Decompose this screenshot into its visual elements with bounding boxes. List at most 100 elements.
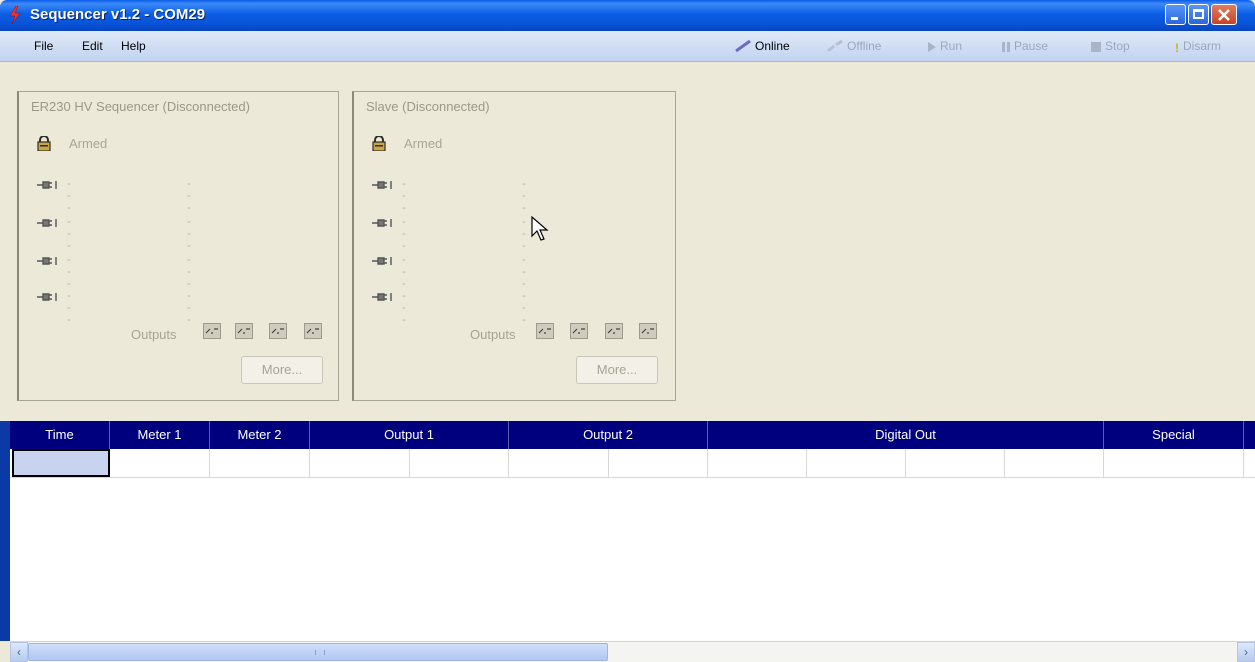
grid-cell[interactable] [310, 449, 410, 477]
pause-button[interactable]: Pause [1002, 39, 1048, 53]
grid-cell[interactable] [1104, 449, 1244, 477]
close-icon [1218, 9, 1230, 21]
plug-icon [37, 181, 57, 189]
menu-bar: File Edit Help Online Offline Run Pause … [0, 31, 1255, 62]
meter-reading: --- [522, 290, 526, 326]
minimize-button[interactable] [1165, 4, 1186, 25]
grid-cell[interactable] [609, 449, 708, 477]
disconnect-icon [827, 40, 843, 52]
armed-status: Armed [69, 136, 108, 151]
output-switch-3[interactable] [605, 323, 623, 339]
switch-icon [205, 328, 218, 334]
outputs-label: Outputs [131, 327, 177, 342]
grid-cell-selected[interactable] [12, 449, 110, 477]
output-switch-4[interactable] [304, 323, 322, 339]
meter-reading: --- [187, 254, 191, 290]
column-header-digital-out[interactable]: Digital Out [708, 421, 1104, 449]
menu-file[interactable]: File [34, 39, 53, 53]
switch-icon [538, 328, 551, 334]
column-header-time[interactable]: Time [10, 421, 110, 449]
output-switch-2[interactable] [235, 323, 253, 339]
scroll-right-button[interactable]: › [1237, 642, 1255, 662]
meter-reading: --- [187, 216, 191, 252]
switch-icon [271, 328, 284, 334]
pause-icon [1002, 42, 1010, 52]
output-switch-4[interactable] [639, 323, 657, 339]
grid-cell[interactable] [509, 449, 609, 477]
stop-icon [1091, 42, 1101, 52]
disarm-button[interactable]: ! Disarm [1175, 39, 1221, 55]
plug-icon [372, 181, 392, 189]
meter-value: --- [402, 216, 406, 252]
plug-icon [372, 219, 392, 227]
meter-value: --- [402, 290, 406, 326]
meter-value: --- [402, 178, 406, 214]
offline-button[interactable]: Offline [827, 39, 881, 53]
connect-icon [735, 40, 751, 52]
scroll-left-button[interactable]: ‹ [10, 642, 28, 662]
disarm-label: Disarm [1183, 39, 1221, 53]
scrollbar-thumb[interactable] [28, 643, 608, 661]
play-icon [928, 42, 936, 52]
grid-cell[interactable] [906, 449, 1005, 477]
lock-icon [37, 136, 51, 151]
online-label: Online [755, 39, 790, 53]
column-header-meter2[interactable]: Meter 2 [210, 421, 310, 449]
column-header-output1[interactable]: Output 1 [310, 421, 509, 449]
table-row [10, 449, 1255, 478]
grip-icon [315, 650, 325, 655]
switch-icon [237, 328, 250, 334]
close-button[interactable] [1211, 4, 1237, 25]
more-button[interactable]: More... [576, 356, 658, 384]
panel-title: ER230 HV Sequencer (Disconnected) [31, 99, 250, 114]
meter-reading: --- [187, 178, 191, 214]
stop-label: Stop [1105, 39, 1130, 53]
switch-icon [572, 328, 585, 334]
run-button[interactable]: Run [928, 39, 962, 53]
plug-icon [372, 293, 392, 301]
window-left-edge [0, 421, 10, 641]
meter-reading: --- [522, 178, 526, 214]
title-bar: Sequencer v1.2 - COM29 [0, 0, 1255, 31]
master-device-panel: ER230 HV Sequencer (Disconnected) Armed … [17, 91, 339, 401]
plug-icon [37, 257, 57, 265]
plug-icon [37, 293, 57, 301]
output-switch-3[interactable] [269, 323, 287, 339]
column-header-special[interactable]: Special [1104, 421, 1244, 449]
output-switch-1[interactable] [203, 323, 221, 339]
column-header-output2[interactable]: Output 2 [509, 421, 708, 449]
window-title: Sequencer v1.2 - COM29 [30, 6, 206, 23]
output-switch-2[interactable] [570, 323, 588, 339]
run-label: Run [940, 39, 963, 53]
grid-cell[interactable] [1005, 449, 1104, 477]
grid-cell[interactable] [110, 449, 210, 477]
meter-value: --- [67, 254, 71, 290]
chevron-right-icon: › [1244, 645, 1248, 659]
mouse-cursor-icon [531, 216, 549, 241]
meter-value: --- [402, 254, 406, 290]
grid-cell[interactable] [210, 449, 310, 477]
meter-value: --- [67, 216, 71, 252]
stop-button[interactable]: Stop [1091, 39, 1130, 53]
pause-label: Pause [1014, 39, 1049, 53]
switch-icon [607, 328, 620, 334]
sequence-grid[interactable]: Time Meter 1 Meter 2 Output 1 Output 2 D… [10, 421, 1255, 641]
outputs-label: Outputs [470, 327, 516, 342]
menu-edit[interactable]: Edit [82, 39, 103, 53]
meter-reading: --- [522, 216, 526, 252]
grid-cell[interactable] [807, 449, 906, 477]
menu-help[interactable]: Help [121, 39, 146, 53]
maximize-button[interactable] [1188, 4, 1209, 25]
horizontal-scrollbar[interactable]: ‹ › [10, 641, 1255, 662]
grid-cell[interactable] [708, 449, 807, 477]
output-switch-1[interactable] [536, 323, 554, 339]
switch-icon [641, 328, 654, 334]
online-button[interactable]: Online [735, 39, 790, 53]
armed-status: Armed [404, 136, 443, 151]
more-button[interactable]: More... [241, 356, 323, 384]
column-header-meter1[interactable]: Meter 1 [110, 421, 210, 449]
grid-cell[interactable] [410, 449, 509, 477]
plug-icon [37, 219, 57, 227]
meter-reading: --- [522, 254, 526, 290]
warning-icon: ! [1175, 41, 1179, 55]
